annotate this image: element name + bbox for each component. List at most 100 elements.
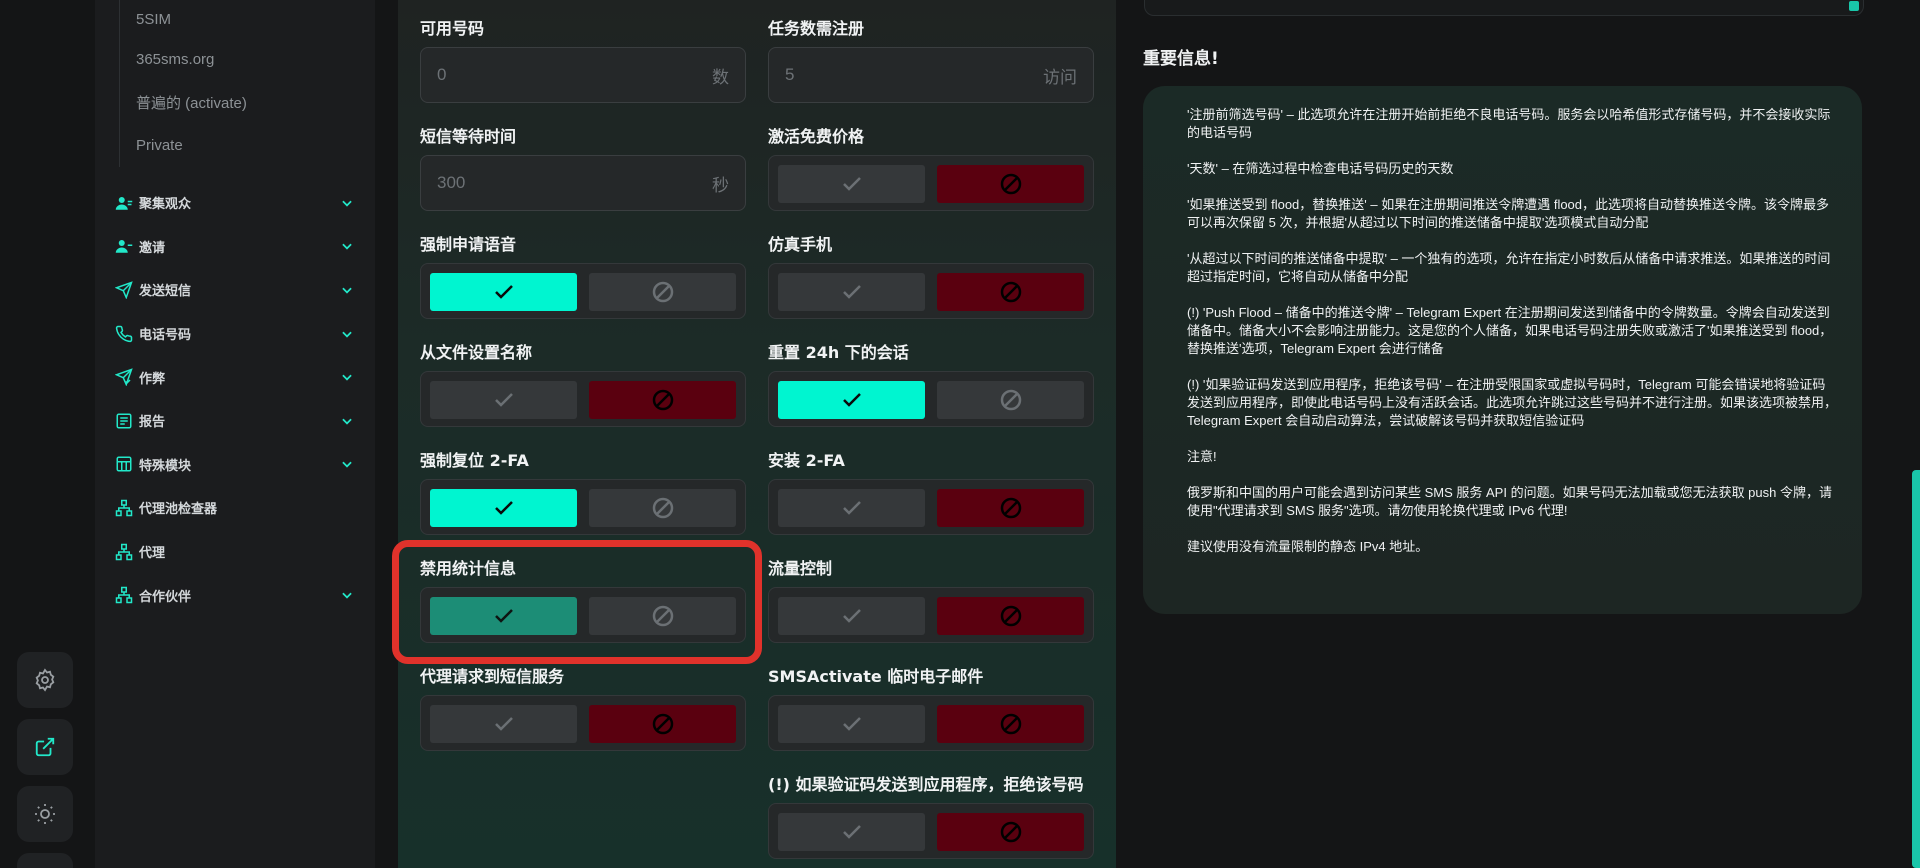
rail-extra-button[interactable] [17, 853, 73, 868]
smsactivate-temp-email-toggle [768, 695, 1094, 751]
no-button[interactable] [937, 705, 1084, 743]
sidebar-item-label: 代理池检查器 [139, 502, 218, 518]
input-value: 5 [785, 65, 795, 84]
resize-handle-icon[interactable] [1849, 1, 1859, 11]
available-numbers-input[interactable]: 0 数 [420, 47, 746, 103]
sms-wait-time-label: 短信等待时间 [420, 127, 517, 146]
check-icon [494, 393, 513, 407]
user-plus-icon [115, 237, 133, 255]
check-icon [842, 501, 861, 515]
no-button[interactable] [589, 273, 736, 311]
page-scrollbar[interactable] [1912, 470, 1920, 868]
traffic-control-toggle [768, 587, 1094, 643]
send-check-icon [115, 368, 133, 387]
chevron-down-icon [339, 456, 355, 472]
grid-icon [115, 455, 133, 473]
check-icon [494, 501, 513, 515]
yes-button[interactable] [778, 381, 925, 419]
sms-wait-time-input[interactable]: 300 秒 [420, 155, 746, 211]
ban-icon [652, 713, 673, 735]
sidebar-item-proxy[interactable]: 代理 [115, 530, 355, 574]
check-icon [842, 177, 861, 191]
ban-icon [1000, 389, 1021, 411]
sidebar-item-label: 邀请 [139, 240, 166, 256]
check-icon [842, 285, 861, 299]
sidebar-subitem[interactable]: 5SIM [136, 0, 359, 38]
no-button[interactable] [937, 273, 1084, 311]
sidebar-item-label: 电话号码 [139, 328, 192, 344]
info-paragraph: '注册前筛选号码' – 此选项允许在注册开始前拒绝不良电话号码。服务会以哈希值形… [1187, 107, 1831, 140]
sidebar-subitem[interactable]: Private [136, 124, 359, 167]
info-title: 重要信息! [1143, 49, 1219, 69]
no-button[interactable] [589, 489, 736, 527]
sidebar-item-partners[interactable]: 合作伙伴 [115, 573, 355, 617]
ban-icon [652, 281, 673, 303]
sidebar-item-proxy-checker[interactable]: 代理池检查器 [115, 486, 355, 530]
phone-icon [115, 325, 133, 343]
name-from-file-label: 从文件设置名称 [420, 343, 533, 362]
reset-sessions-toggle [768, 371, 1094, 427]
sidebar-item-label: 特殊模块 [139, 458, 192, 474]
check-icon [842, 825, 861, 839]
left-rail [0, 0, 95, 868]
no-button[interactable] [937, 597, 1084, 635]
no-button[interactable] [937, 489, 1084, 527]
reject-code-to-app-toggle [768, 803, 1094, 859]
info-paragraph: (!) 'Push Flood – 储备中的推送令牌' – Telegram E… [1187, 305, 1833, 356]
check-icon [842, 393, 861, 407]
sidebar-item-audience[interactable]: 聚集观众 [115, 181, 355, 225]
task-registrations-label: 任务数需注册 [768, 19, 865, 38]
yes-button[interactable] [430, 273, 577, 311]
force-reset-2fa-toggle [420, 479, 746, 535]
sidebar-item-phone-numbers[interactable]: 电话号码 [115, 312, 355, 356]
sidebar-item-label: 合作伙伴 [139, 589, 192, 605]
yes-button[interactable] [778, 597, 925, 635]
yes-button[interactable] [430, 705, 577, 743]
task-registrations-input[interactable]: 5 访问 [768, 47, 1094, 103]
name-from-file-toggle [420, 371, 746, 427]
yes-button[interactable] [778, 273, 925, 311]
check-icon [494, 285, 513, 299]
ban-icon [1000, 821, 1021, 843]
check-icon [842, 717, 861, 731]
open-external-button[interactable] [17, 719, 73, 775]
sidebar-item-cheat[interactable]: 作弊 [115, 355, 355, 399]
available-numbers-label: 可用号码 [420, 19, 485, 38]
input-unit: 访问 [1043, 67, 1077, 87]
no-button[interactable] [937, 381, 1084, 419]
smsactivate-temp-email-label: SMSActivate 临时电子邮件 [768, 667, 984, 686]
yes-button[interactable] [430, 489, 577, 527]
sidebar-item-send-sms[interactable]: 发送短信 [115, 268, 355, 312]
sidebar-nav: 聚集观众 邀请 发送短信 电话号码 作弊 报告 特殊模块 代理池检查器 代理 合… [115, 181, 355, 617]
yes-button[interactable] [778, 489, 925, 527]
sidebar-subitem[interactable]: 365sms.org [136, 38, 359, 81]
sidebar-item-invite[interactable]: 邀请 [115, 225, 355, 269]
network-icon [115, 586, 133, 604]
emulate-phone-label: 仿真手机 [768, 235, 833, 254]
theme-toggle-button[interactable] [17, 786, 73, 842]
chevron-down-icon [339, 413, 355, 429]
sidebar: 5SIM 365sms.org 普遍的 (activate) Private 聚… [95, 0, 375, 868]
no-button[interactable] [589, 381, 736, 419]
no-button[interactable] [589, 705, 736, 743]
sidebar-subitem[interactable]: 普遍的 (activate) [136, 81, 359, 124]
sidebar-item-label: 发送短信 [139, 284, 192, 300]
send-icon [115, 281, 133, 299]
network-icon [115, 543, 133, 561]
settings-panel: 可用号码 0 数 任务数需注册 5 访问 短信等待时间 300 秒 激活免费价格… [398, 0, 1116, 868]
sidebar-item-label: 报告 [139, 415, 166, 431]
text-area-bottom[interactable] [1144, 0, 1864, 16]
info-paragraph: (!) '如果验证码发送到应用程序，拒绝该号码' – 在注册受限国家或虚拟号码时… [1187, 377, 1838, 428]
yes-button[interactable] [778, 165, 925, 203]
ban-icon [1000, 605, 1021, 627]
yes-button[interactable] [778, 813, 925, 851]
no-button[interactable] [937, 813, 1084, 851]
no-button[interactable] [937, 165, 1084, 203]
settings-button[interactable] [17, 652, 73, 708]
info-paragraph: 建议使用没有流量限制的静态 IPv4 地址。 [1187, 539, 1429, 554]
yes-button[interactable] [430, 381, 577, 419]
sidebar-item-special-modules[interactable]: 特殊模块 [115, 443, 355, 487]
yes-button[interactable] [778, 705, 925, 743]
reject-code-to-app-label: (!) 如果验证码发送到应用程序，拒绝该号码 [768, 775, 1084, 794]
sidebar-item-report[interactable]: 报告 [115, 399, 355, 443]
